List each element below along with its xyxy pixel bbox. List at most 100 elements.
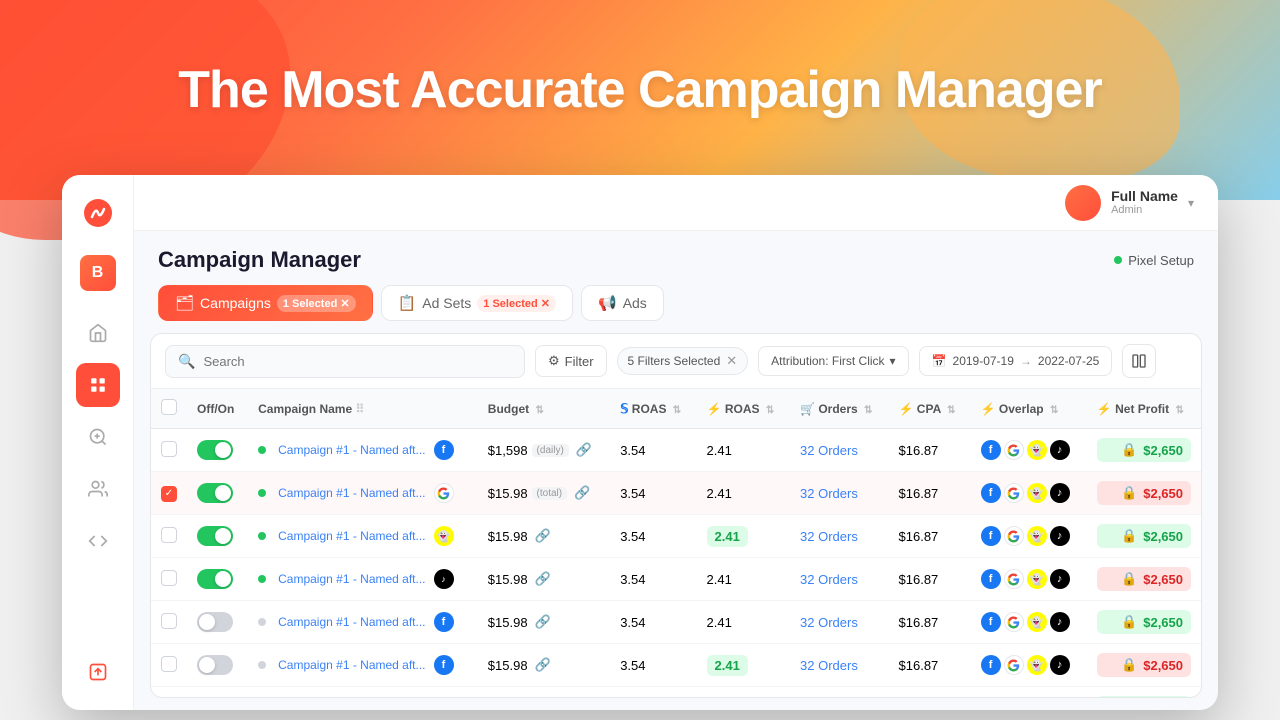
profit-value-cell: 🔒 $2,650 [1097,524,1191,548]
row-checkbox[interactable] [161,527,177,543]
row-toggle-cell [187,687,248,698]
overlap-header[interactable]: ⚡ Overlap ⇅ [971,389,1087,429]
row-toggle[interactable] [197,440,233,460]
pixel-setup-button[interactable]: Pixel Setup [1114,253,1194,268]
row-checkbox[interactable] [161,613,177,629]
profit-icon: ⚡ [1097,402,1112,416]
budget-value: $15.98 [488,529,528,544]
overlap-icons: f👻♪ [981,483,1077,503]
campaign-name-link[interactable]: Campaign #1 - Named aft... [278,658,425,672]
row-name-cell: Campaign #1 - Named aft... f [248,644,478,687]
sidebar-item-code[interactable] [76,519,120,563]
orders-header[interactable]: 🛒 Orders ⇅ [790,389,888,429]
row-toggle[interactable] [197,655,233,675]
campaign-name-link[interactable]: Campaign #1 - Named aft... [278,529,425,543]
row-checkbox[interactable] [161,570,177,586]
tiktok-icon: ♪ [1050,526,1070,546]
tab-campaigns[interactable]: 🗂 Campaigns 1 Selected ✕ [158,285,373,321]
orders-link[interactable]: 32 Orders [800,572,858,587]
filter-button[interactable]: ⚙ Filter [535,345,607,377]
columns-toggle-button[interactable] [1122,344,1156,378]
row-platform-icon [434,483,454,503]
row-toggle[interactable] [197,483,233,503]
roas-platform-value: 3.54 [620,443,645,458]
roas-platform-value: 3.54 [620,615,645,630]
filters-selected-text: 5 Filters Selected [628,354,721,368]
sidebar-item-upload[interactable] [76,650,120,694]
row-name-cell: Campaign #1 - Named aft... [248,472,478,515]
sidebar-item-users[interactable] [76,467,120,511]
row-select-cell [151,644,187,687]
row-platform-icon: f [434,655,454,675]
profit-header[interactable]: ⚡ Net Profit ⇅ [1087,389,1201,429]
campaigns-tab-label: Campaigns [200,295,271,311]
user-info[interactable]: Full Name Admin ▾ [1065,185,1194,221]
campaign-name-link[interactable]: Campaign #1 - Named aft... [278,486,425,500]
table-toolbar: 🔍 ⚙ Filter 5 Filters Selected ✕ Attribut… [151,334,1201,389]
fb-icon: f [981,569,1001,589]
overlap-icons: f👻♪ [981,569,1077,589]
row-checkbox[interactable] [161,441,177,457]
row-toggle[interactable] [197,526,233,546]
roas-platform-header[interactable]: 𝕊 ROAS ⇅ [610,389,696,429]
date-range-picker[interactable]: 📅 2019-07-19 → 2022-07-25 [919,346,1113,376]
orders-link[interactable]: 32 Orders [800,658,858,673]
page-title: Campaign Manager [158,247,361,273]
row-toggle-cell [187,644,248,687]
sidebar-logo [76,191,120,235]
row-name-cell: Campaign #1 - Named aft... f [248,429,478,472]
orders-link[interactable]: 32 Orders [800,486,858,501]
toggle-knob [199,614,215,630]
app-panel: B [62,175,1218,710]
profit-value: $2,650 [1143,658,1183,673]
row-checkbox[interactable] [161,656,177,672]
roas-triple-sort-icon: ⇅ [766,405,774,416]
campaign-name-link[interactable]: Campaign #1 - Named aft... [278,572,425,586]
user-role: Admin [1111,204,1178,217]
orders-link[interactable]: 32 Orders [800,529,858,544]
tab-adsets[interactable]: 📋 Ad Sets 1 Selected ✕ [381,285,573,321]
select-all-checkbox[interactable] [161,399,177,415]
attribution-chevron-icon: ▾ [890,354,896,368]
budget-icon: 🔗 [535,614,551,630]
user-name: Full Name [1111,188,1178,205]
budget-type-tag: (total) [532,487,568,500]
row-toggle[interactable] [197,612,233,632]
filters-clear-icon[interactable]: ✕ [726,353,737,369]
attribution-select[interactable]: Attribution: First Click ▾ [758,346,908,376]
sidebar-item-dashboard[interactable] [76,363,120,407]
adsets-tab-badge: 1 Selected ✕ [477,295,556,312]
cpa-header[interactable]: ⚡ CPA ⇅ [889,389,971,429]
search-input[interactable] [203,354,512,369]
row-checkbox[interactable]: ✓ [161,486,177,502]
row-profit-cell: 🔒 $2,650 [1087,429,1201,472]
row-select-cell: ✓ [151,472,187,515]
snap-icon: 👻 [1027,483,1047,503]
roas-platform-value: 3.54 [620,572,645,587]
roas-platform-value: 3.54 [620,486,645,501]
roas-triple-header[interactable]: ⚡ ROAS ⇅ [697,389,790,429]
campaign-name-header[interactable]: Campaign Name ⠿ [248,389,478,429]
profit-value-cell: 🔒 $2,650 [1097,696,1191,697]
row-overlap-cell: f👻♪ [971,601,1087,644]
sidebar-item-home[interactable] [76,311,120,355]
snap-icon: 👻 [1027,655,1047,675]
row-toggle[interactable] [197,569,233,589]
profit-value-cell: 🔒 $2,650 [1097,438,1191,462]
campaign-name-link[interactable]: Campaign #1 - Named aft... [278,615,425,629]
sidebar: B [62,175,134,710]
status-dot [258,575,266,583]
tab-ads[interactable]: 📢 Ads [581,285,664,321]
google-icon [1004,655,1024,675]
orders-link[interactable]: 32 Orders [800,615,858,630]
budget-header[interactable]: Budget ⇅ [478,389,610,429]
filters-selected-badge[interactable]: 5 Filters Selected ✕ [617,347,749,375]
profit-sort-icon: ⇅ [1175,405,1183,416]
campaign-name-link[interactable]: Campaign #1 - Named aft... [278,443,425,457]
row-roas-platform-cell: 3.54 [610,601,696,644]
sidebar-item-analytics[interactable] [76,415,120,459]
toggle-header: Off/On [187,389,248,429]
search-box[interactable]: 🔍 [165,345,525,378]
row-roas-triple-cell: 2.41 [697,472,790,515]
orders-link[interactable]: 32 Orders [800,443,858,458]
